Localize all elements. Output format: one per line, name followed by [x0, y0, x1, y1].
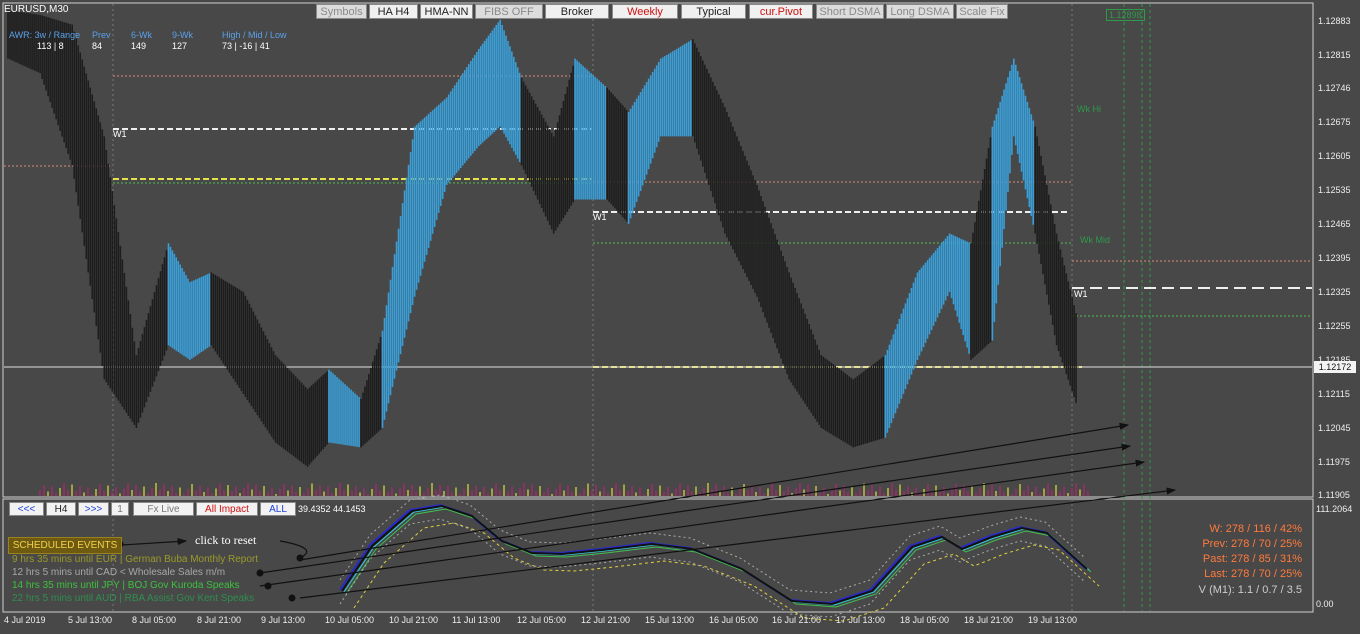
awr-value: 113 | 8 [37, 41, 64, 51]
stat-week: W: 278 / 116 / 42% [1209, 523, 1302, 535]
event-item-jpy[interactable]: 14 hrs 35 mins until JPY | BOJ Gov Kurod… [12, 580, 240, 591]
y-tick-label: 1.12883 [1318, 16, 1351, 26]
x-tick-label: 19 Jul 13:00 [1028, 615, 1078, 625]
toolbar-button-broker[interactable]: Broker [545, 4, 609, 19]
volatility-readout: V (M1): 1.1 / 0.7 / 3.5 [1198, 584, 1302, 596]
nav-button-6[interactable]: ALL [260, 502, 296, 516]
event-dot-3 [264, 582, 272, 590]
y-tick-label: 1.11975 [1318, 457, 1350, 467]
x-tick-label: 12 Jul 05:00 [517, 615, 567, 625]
nav-button-1[interactable]: H4 [46, 502, 76, 516]
x-tick-label: 12 Jul 21:00 [581, 615, 631, 625]
nav-button-3[interactable]: 1 [111, 502, 129, 516]
nav-button-4[interactable]: Fx Live [133, 502, 194, 516]
event-dot-2 [256, 569, 264, 577]
nine-wk-value: 127 [172, 41, 188, 51]
x-tick-label: 9 Jul 13:00 [261, 615, 306, 625]
y-tick-label: 1.12535 [1318, 185, 1351, 195]
six-wk-label: 6-Wk [131, 30, 152, 40]
stat-prev: Prev: 278 / 70 / 25% [1202, 538, 1302, 550]
price-box: 1.12898 [1106, 9, 1145, 21]
toolbar-button-long-dsma[interactable]: Long DSMA [886, 4, 954, 19]
x-tick-label: 16 Jul 21:00 [772, 615, 822, 625]
window-title: EURUSD,M30 [4, 4, 69, 15]
toolbar-button-fibs-off[interactable]: FIBS OFF [475, 4, 543, 19]
osc-bottom-value: 0.00 [1316, 599, 1334, 609]
nav-button-5[interactable]: All Impact [196, 502, 258, 516]
oscillator-values: 39.4352 44.1453 [298, 504, 366, 514]
y-tick-label: 1.12746 [1318, 83, 1351, 93]
nav-button-0[interactable]: <<< [9, 502, 44, 516]
toolbar-button-ha-h4[interactable]: HA H4 [369, 4, 418, 19]
w1-label-2: W1 [593, 212, 607, 222]
y-tick-label: 1.12115 [1318, 389, 1350, 399]
x-tick-label: 8 Jul 05:00 [132, 615, 177, 625]
toolbar-button-scale-fix[interactable]: Scale Fix [956, 4, 1008, 19]
y-tick-label: 1.12255 [1318, 321, 1351, 331]
prev-label: Prev [92, 30, 111, 40]
y-tick-label: 1.12465 [1318, 219, 1351, 229]
y-tick-label: 1.12325 [1318, 287, 1351, 297]
osc-top-value: 111.2064 [1316, 504, 1353, 514]
six-wk-value: 149 [131, 41, 147, 51]
x-tick-label: 10 Jul 05:00 [325, 615, 375, 625]
w1-label-3: W1 [1074, 289, 1088, 299]
toolbar-button-hma-nn[interactable]: HMA-NN [420, 4, 473, 19]
x-tick-label: 8 Jul 21:00 [197, 615, 242, 625]
toolbar-button-cur-pivot[interactable]: cur.Pivot [749, 4, 813, 19]
current-price-tag: 1.12172 [1314, 361, 1356, 373]
event-item-cad[interactable]: 12 hrs 5 mins until CAD < Wholesale Sale… [12, 567, 225, 578]
hml-value: 73 | -16 | 41 [222, 41, 270, 51]
toolbar-button-weekly[interactable]: Weekly [612, 4, 678, 19]
y-tick-label: 1.12815 [1318, 50, 1351, 60]
event-item-eur[interactable]: 9 hrs 35 mins until EUR | German Buba Mo… [12, 554, 258, 565]
nav-button-2[interactable]: >>> [78, 502, 109, 516]
awr-label: AWR: 3w / Range [9, 30, 81, 40]
wk-hi-label: Wk Hi [1077, 104, 1101, 114]
x-tick-label: 17 Jul 13:00 [836, 615, 886, 625]
x-tick-label: 18 Jul 21:00 [964, 615, 1014, 625]
x-tick-label: 4 Jul 2019 [4, 615, 46, 625]
click-to-reset-label[interactable]: click to reset [195, 533, 256, 548]
y-tick-label: 1.12395 [1318, 253, 1351, 263]
w1-label-1: W1 [113, 129, 127, 139]
y-tick-label: 1.12605 [1318, 151, 1351, 161]
scheduled-events-title[interactable]: SCHEDULED EVENTS [8, 537, 122, 554]
toolbar-button-short-dsma[interactable]: Short DSMA [816, 4, 884, 19]
x-tick-label: 15 Jul 13:00 [645, 615, 695, 625]
wk-mid-label: Wk Mid [1080, 235, 1110, 245]
x-tick-label: 10 Jul 21:00 [389, 615, 439, 625]
stat-past: Past: 278 / 85 / 31% [1202, 553, 1302, 565]
event-dot-4 [288, 594, 296, 602]
x-tick-label: 18 Jul 05:00 [900, 615, 950, 625]
y-tick-label: 1.11905 [1318, 490, 1350, 500]
event-item-aud[interactable]: 22 hrs 5 mins until AUD | RBA Assist Gov… [12, 593, 254, 604]
stat-last: Last: 278 / 70 / 25% [1204, 568, 1302, 580]
toolbar-button-symbols[interactable]: Symbols [316, 4, 367, 19]
y-tick-label: 1.12045 [1318, 423, 1351, 433]
y-tick-label: 1.12675 [1318, 117, 1351, 127]
nine-wk-label: 9-Wk [172, 30, 193, 40]
hml-label: High / Mid / Low [222, 30, 287, 40]
x-tick-label: 16 Jul 05:00 [709, 615, 759, 625]
x-tick-label: 11 Jul 13:00 [452, 615, 501, 625]
toolbar-button-typical[interactable]: Typical [681, 4, 746, 19]
x-tick-label: 5 Jul 13:00 [68, 615, 113, 625]
event-dot-1 [296, 554, 304, 562]
prev-value: 84 [92, 41, 103, 51]
